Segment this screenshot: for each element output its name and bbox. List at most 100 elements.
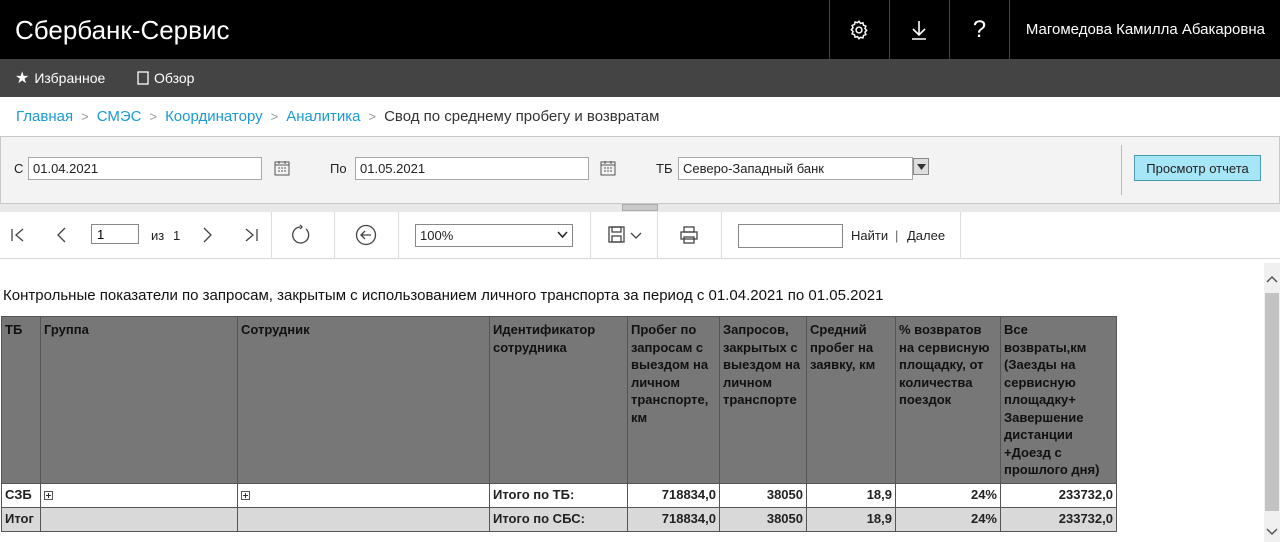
employee-cell — [237, 482, 490, 508]
requests-cell: 38050 — [719, 506, 807, 532]
find-separator: | — [895, 228, 899, 243]
group-cell — [40, 482, 238, 508]
tb-select[interactable] — [678, 157, 913, 180]
toolbar-divider — [657, 212, 658, 259]
calendar-icon[interactable] — [274, 160, 290, 176]
table-row: СЗБ Итого по ТБ: 718834,0 38050 18,9 24%… — [1, 482, 1117, 508]
table-header-row: ТБ Группа Сотрудник Идентификатор сотруд… — [1, 316, 1117, 484]
column-header: Пробег по запросам с выездом на личном т… — [627, 316, 720, 484]
print-icon[interactable] — [679, 225, 699, 245]
chevron-right-icon: > — [368, 109, 377, 124]
tb-cell: СЗБ — [1, 482, 41, 508]
previous-page-icon[interactable] — [52, 225, 72, 245]
app-title[interactable]: Сбербанк-Сервис — [15, 15, 229, 46]
breadcrumb-link-coordinator[interactable]: Координатору — [165, 108, 263, 125]
sub-navigation: ★ Избранное Обзор — [0, 59, 1280, 97]
back-icon[interactable] — [355, 224, 377, 246]
help-button[interactable]: ? — [948, 0, 1009, 59]
refresh-icon[interactable] — [290, 224, 312, 246]
calendar-icon[interactable] — [600, 160, 616, 176]
find-next-link[interactable]: Далее — [907, 228, 945, 243]
help-icon: ? — [972, 15, 987, 43]
breadcrumb-link-home[interactable]: Главная — [16, 108, 73, 125]
avg-cell: 18,9 — [806, 506, 896, 532]
column-header: Группа — [40, 316, 238, 484]
breadcrumb: Главная > СМЭС > Координатору > Аналитик… — [16, 108, 659, 125]
toolbar-divider — [590, 212, 591, 259]
id-cell: Итого по СБС: — [489, 506, 628, 532]
tb-label: ТБ — [656, 161, 673, 176]
breadcrumb-link-smes[interactable]: СМЭС — [97, 108, 142, 125]
top-bar: Сбербанк-Сервис ? Магомедова Камилла Аба… — [0, 0, 1280, 59]
mileage-cell: 718834,0 — [627, 506, 720, 532]
column-header: % возвратов на сервисную площадку, от ко… — [895, 316, 1001, 484]
column-header: Запросов, закрытых с выездом на личном т… — [719, 316, 807, 484]
first-page-icon[interactable] — [9, 225, 29, 245]
pct-cell: 24% — [895, 482, 1001, 508]
chevron-right-icon: > — [149, 109, 158, 124]
collapse-parameters-handle[interactable] — [622, 204, 658, 211]
find-input[interactable] — [738, 224, 843, 248]
view-report-button[interactable]: Просмотр отчета — [1134, 155, 1261, 181]
returns-cell: 233732,0 — [1000, 482, 1117, 508]
page-of-label: из — [151, 228, 165, 243]
mileage-cell: 718834,0 — [627, 482, 720, 508]
to-date-label: По — [330, 161, 347, 176]
top-actions: ? Магомедова Камилла Абакаровна — [828, 0, 1280, 59]
column-header: Идентификатор сотрудника — [489, 316, 628, 484]
toolbar-divider — [334, 212, 335, 259]
divider — [1121, 145, 1122, 195]
employee-cell — [237, 506, 490, 532]
breadcrumb-current: Свод по среднему пробегу и возвратам — [384, 108, 660, 125]
favorites-menu[interactable]: ★ Избранное — [15, 59, 105, 97]
column-header: ТБ — [1, 316, 41, 484]
star-icon: ★ — [15, 70, 30, 87]
zoom-value: 100% — [420, 228, 454, 243]
id-cell: Итого по ТБ: — [489, 482, 628, 508]
breadcrumb-link-analytics[interactable]: Аналитика — [286, 108, 360, 125]
pct-cell: 24% — [895, 506, 1001, 532]
toolbar-divider — [721, 212, 722, 259]
tb-cell: Итог — [1, 506, 41, 532]
group-cell — [40, 506, 238, 532]
from-date-label: С — [14, 161, 24, 176]
chevron-down-icon[interactable] — [630, 230, 642, 242]
overview-menu[interactable]: Обзор — [137, 59, 194, 97]
scroll-down-icon[interactable] — [1266, 527, 1278, 537]
save-icon[interactable] — [607, 225, 627, 245]
toolbar-divider — [398, 212, 399, 259]
from-date-input[interactable] — [28, 157, 262, 180]
column-header: Сотрудник — [237, 316, 490, 484]
gear-icon — [850, 19, 869, 40]
scroll-up-icon[interactable] — [1266, 274, 1278, 284]
chevron-right-icon: > — [270, 109, 279, 124]
chevron-down-icon — [916, 163, 926, 170]
zoom-select[interactable]: 100% — [415, 224, 573, 247]
total-pages: 1 — [173, 228, 181, 243]
download-icon — [912, 20, 927, 40]
download-button[interactable] — [888, 0, 949, 59]
expand-icon[interactable] — [44, 490, 53, 500]
expand-icon[interactable] — [241, 490, 250, 500]
chevron-right-icon: > — [81, 109, 89, 124]
last-page-icon[interactable] — [240, 225, 260, 245]
user-name[interactable]: Магомедова Камилла Абакаровна — [1008, 0, 1280, 59]
avg-cell: 18,9 — [806, 482, 896, 508]
next-page-icon[interactable] — [197, 225, 217, 245]
toolbar-divider — [960, 212, 961, 259]
page-number-input[interactable] — [91, 224, 139, 244]
report-title: Контрольные показатели по запросам, закр… — [3, 287, 884, 304]
returns-cell: 233732,0 — [1000, 506, 1117, 532]
tb-dropdown-button[interactable] — [913, 158, 929, 175]
to-date-input[interactable] — [355, 157, 589, 180]
report-table: ТБ Группа Сотрудник Идентификатор сотруд… — [1, 316, 1117, 532]
scrollbar-thumb[interactable] — [1265, 293, 1279, 511]
report-toolbar: из 1 Найти | Далее — [0, 212, 1280, 259]
find-link[interactable]: Найти — [851, 228, 888, 243]
table-row: Итог Итого по СБС: 718834,0 38050 18,9 2… — [1, 506, 1117, 532]
settings-button[interactable] — [828, 0, 889, 59]
toolbar-divider — [271, 212, 272, 259]
chevron-down-icon — [557, 231, 568, 239]
overview-label: Обзор — [154, 70, 195, 86]
column-header: Все возвраты,км (Заезды на сервисную пло… — [1000, 316, 1117, 484]
